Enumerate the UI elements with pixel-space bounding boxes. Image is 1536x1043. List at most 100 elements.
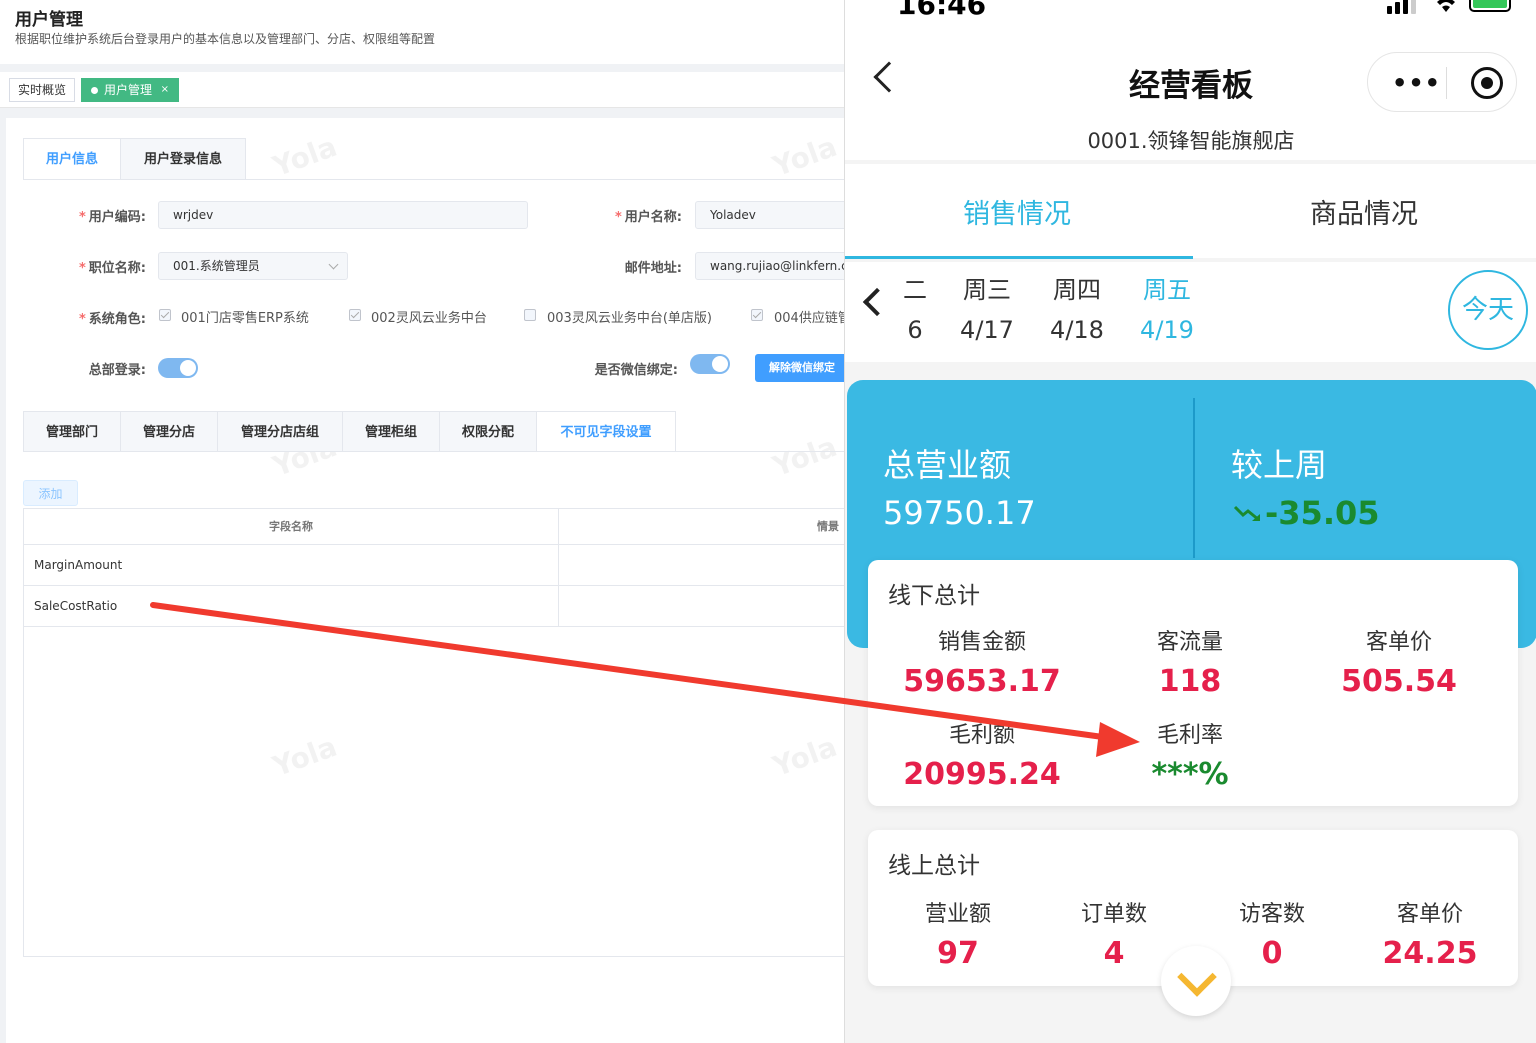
tab-manage-departments[interactable]: 管理部门: [23, 411, 121, 452]
signal-icon: [1403, 0, 1408, 14]
date-selector: 二 6 周三 4/17 周四 4/18 周五 4/19 今天: [845, 262, 1536, 362]
role-label: * 系统角色:: [78, 312, 146, 327]
today-button[interactable]: 今天: [1448, 270, 1528, 350]
metric-value: 59653.17: [903, 664, 1061, 699]
tab-products[interactable]: 商品情况: [1310, 192, 1418, 231]
week-compare-label: 较上周: [1231, 446, 1328, 484]
tag-realtime-overview[interactable]: 实时概览: [9, 78, 76, 102]
user-name-label: * 用户名称:: [614, 210, 682, 225]
total-revenue-value: 59750.17: [883, 494, 1036, 532]
close-miniprogram-icon[interactable]: [1471, 67, 1503, 99]
metric-value: 505.54: [1341, 664, 1457, 699]
admin-header: 用户管理 根据职位维护系统后台登录用户的基本信息以及管理部门、分店、权限组等配置: [0, 0, 848, 64]
offline-title: 线下总计: [888, 583, 980, 609]
table-cell: SaleCostRatio: [34, 599, 118, 613]
date-item-selected[interactable]: 周五 4/19: [1137, 270, 1197, 350]
signal-icon: [1387, 6, 1392, 14]
tab-user-info[interactable]: 用户信息: [23, 138, 121, 180]
table-row[interactable]: SaleCostRatio: [24, 585, 848, 626]
expand-down-icon[interactable]: [1161, 946, 1231, 1016]
tab-manage-store-groups[interactable]: 管理分店店组: [217, 411, 343, 452]
column-header-scenario: 情景: [817, 520, 839, 533]
metric-label: 销售金额: [937, 630, 1026, 655]
chevron-left-icon[interactable]: [862, 287, 892, 317]
date-weekday: 周五: [1143, 276, 1191, 304]
tag-user-management[interactable]: 用户管理 ×: [81, 78, 179, 102]
tabs-divider: [23, 179, 848, 180]
metric-value: 24.25: [1382, 936, 1478, 971]
date-weekday: 周三: [963, 276, 1011, 304]
tab-user-login-info[interactable]: 用户登录信息: [120, 138, 246, 180]
date-weekday: 周四: [1053, 276, 1101, 304]
page-description: 根据职位维护系统后台登录用户的基本信息以及管理部门、分店、权限组等配置: [15, 32, 436, 46]
metric-label: 客单价: [1365, 630, 1432, 655]
signal-icon: [1411, 0, 1416, 14]
metric-label: 客流量: [1156, 630, 1223, 655]
hq-login-label: 总部登录:: [88, 363, 146, 378]
metric-value: 118: [1158, 664, 1222, 699]
status-time: 16:46: [897, 0, 987, 21]
column-header-field-name: 字段名称: [269, 520, 313, 533]
summary-divider: [1193, 398, 1195, 558]
role-checkbox[interactable]: [159, 309, 171, 321]
role-label-2: 002灵风云业务中台: [371, 311, 487, 326]
role-label-3: 003灵风云业务中台(单店版): [547, 311, 712, 326]
position-label: * 职位名称:: [78, 261, 146, 276]
miniprogram-capsule: •••: [1367, 52, 1517, 112]
status-icons: [1387, 0, 1517, 14]
tabs-divider: [23, 451, 848, 452]
metric-label: 客单价: [1396, 902, 1463, 927]
admin-panel: 用户管理 根据职位维护系统后台登录用户的基本信息以及管理部门、分店、权限组等配置…: [0, 0, 848, 1043]
date-weekday: 二: [903, 276, 927, 304]
metric-label: 毛利额: [948, 723, 1015, 748]
mobile-tabs: 销售情况 商品情况: [845, 164, 1536, 259]
user-code-field[interactable]: wrjdev: [158, 201, 528, 229]
tab-permission-assignment[interactable]: 权限分配: [439, 411, 537, 452]
total-revenue-label: 总营业额: [883, 446, 1012, 484]
role-checkbox[interactable]: [751, 309, 763, 321]
user-code-label: * 用户编码:: [78, 210, 146, 225]
mobile-top-bar: 16:46 经营看板 ••• 0001.领锋智能旗舰店: [845, 0, 1536, 160]
page-title: 用户管理: [15, 10, 83, 30]
position-select[interactable]: 001.系统管理员: [158, 252, 348, 280]
tags-view-bar: 实时概览 用户管理 ×: [0, 72, 848, 108]
date-item[interactable]: 二 6: [903, 270, 927, 350]
active-tab-indicator: [845, 256, 1193, 259]
tab-manage-counters[interactable]: 管理柜组: [342, 411, 440, 452]
more-icon[interactable]: •••: [1392, 69, 1441, 97]
role-checkbox[interactable]: [524, 309, 536, 321]
date-value: 4/17: [960, 316, 1014, 344]
date-value: 6: [907, 316, 923, 344]
table-cell: MarginAmount: [34, 558, 123, 572]
metric-value: 20995.24: [903, 757, 1061, 792]
close-icon[interactable]: ×: [161, 79, 169, 101]
metric-label: 订单数: [1080, 902, 1147, 927]
add-button[interactable]: 添加: [23, 480, 78, 506]
metric-label: 毛利率: [1156, 723, 1223, 748]
role-label-4: 004供应链管: [774, 311, 848, 326]
role-label-1: 001门店零售ERP系统: [181, 311, 309, 326]
unbind-wechat-button[interactable]: 解除微信绑定: [755, 354, 848, 382]
chevron-down-icon: [328, 259, 339, 270]
capsule-divider: [1446, 67, 1447, 99]
mobile-dashboard: 16:46 经营看板 ••• 0001.领锋智能旗舰店 销售情况 商品情况 二 …: [844, 0, 1536, 1043]
hq-login-toggle[interactable]: [158, 358, 198, 378]
trend-down-icon: [1233, 505, 1260, 522]
date-value: 4/19: [1140, 316, 1194, 344]
battery-icon: [1469, 0, 1511, 12]
table-row[interactable]: MarginAmount: [24, 544, 848, 585]
wechat-bind-label: 是否微信绑定:: [594, 363, 678, 378]
date-item[interactable]: 周三 4/17: [957, 270, 1017, 350]
metric-label: 访客数: [1238, 902, 1305, 927]
tab-invisible-fields[interactable]: 不可见字段设置: [536, 411, 676, 452]
metric-value: ***%: [1151, 757, 1229, 792]
tab-manage-stores[interactable]: 管理分店: [120, 411, 218, 452]
email-field[interactable]: wang.rujiao@linkfern.com: [695, 252, 848, 280]
tab-sales[interactable]: 销售情况: [963, 192, 1071, 231]
table-row-divider: [24, 626, 848, 667]
user-name-field[interactable]: Yoladev: [695, 201, 848, 229]
metric-label: 营业额: [924, 902, 991, 927]
date-item[interactable]: 周四 4/18: [1047, 270, 1107, 350]
wechat-bind-toggle[interactable]: [690, 354, 730, 374]
role-checkbox[interactable]: [349, 309, 361, 321]
